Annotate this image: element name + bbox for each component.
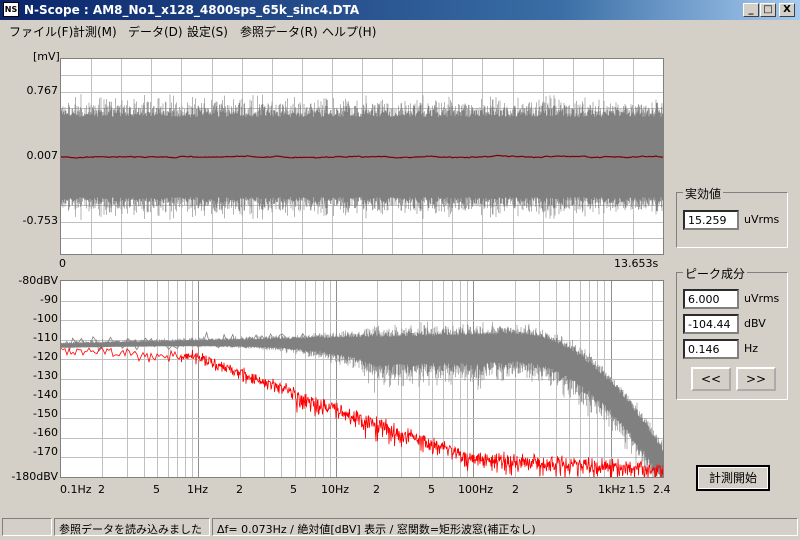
time-domain-plot[interactable] xyxy=(60,58,664,255)
freq-x-tick: 1kHz xyxy=(598,483,626,496)
close-button[interactable]: X xyxy=(779,3,795,17)
freq-x-tick: 1Hz xyxy=(187,483,209,496)
peak-amplitude-field[interactable]: 6.000 xyxy=(683,289,739,309)
frequency-spectrum-chart xyxy=(61,281,663,477)
peak-frequency-unit: Hz xyxy=(744,342,759,355)
status-message: 参照データを読み込みました xyxy=(54,518,210,536)
freq-y-tick: -160 xyxy=(33,426,58,439)
rms-unit-label: uVrms xyxy=(744,213,780,226)
freq-y-tick: -170 xyxy=(33,445,58,458)
freq-x-tick: 2.4 xyxy=(653,483,671,496)
menu-settings[interactable]: 設定(S) xyxy=(187,23,228,40)
freq-x-tick: 2 xyxy=(512,483,519,496)
freq-x-tick: 2 xyxy=(373,483,380,496)
status-cell-empty xyxy=(2,518,52,536)
freq-y-tick: -110 xyxy=(33,331,58,344)
freq-y-tick: -150 xyxy=(33,407,58,420)
time-domain-chart xyxy=(61,59,663,254)
freq-y-tick: -180dBV xyxy=(11,470,58,483)
menu-reference-data[interactable]: 参照データ(R) xyxy=(240,23,318,40)
rms-value-field[interactable]: 15.259 xyxy=(683,210,739,230)
time-y-tick-bottom: -0.753 xyxy=(22,214,58,227)
freq-x-tick: 5 xyxy=(153,483,160,496)
freq-y-tick: -140 xyxy=(33,388,58,401)
time-y-tick-top: 0.767 xyxy=(26,84,59,97)
freq-y-tick: -90 xyxy=(40,293,58,306)
peak-amplitude-unit: uVrms xyxy=(744,292,780,305)
status-bar: 参照データを読み込みました Δf= 0.073Hz / 絶対値[dBV] 表示 … xyxy=(0,518,800,540)
maximize-button[interactable]: □ xyxy=(760,3,776,17)
frequency-spectrum-plot[interactable] xyxy=(60,280,664,478)
freq-y-tick: -130 xyxy=(33,369,58,382)
title-bar[interactable]: NS N-Scope : AM8_No1_x128_4800sps_65k_si… xyxy=(0,0,800,20)
peak-group: ピーク成分 6.000 uVrms -104.44 dBV 0.146 Hz <… xyxy=(676,265,788,400)
minimize-button[interactable]: _ xyxy=(743,3,759,17)
peak-level-unit: dBV xyxy=(744,317,766,330)
rms-group: 実効値 15.259 uVrms xyxy=(676,185,788,248)
freq-y-tick: -120 xyxy=(33,350,58,363)
time-y-tick-mid: 0.007 xyxy=(26,149,59,162)
freq-x-tick: 2 xyxy=(98,483,105,496)
menu-measure[interactable]: 計測(M) xyxy=(73,23,117,40)
freq-x-tick: 2 xyxy=(236,483,243,496)
time-x-tick-end: 13.653s xyxy=(614,257,659,270)
peak-frequency-field[interactable]: 0.146 xyxy=(683,339,739,359)
freq-x-tick: 5 xyxy=(566,483,573,496)
previous-peak-button[interactable]: << xyxy=(691,367,731,391)
rms-group-title: 実効値 xyxy=(683,185,724,202)
freq-x-tick: 0.1Hz xyxy=(60,483,92,496)
next-peak-button[interactable]: >> xyxy=(736,367,776,391)
menu-data[interactable]: データ(D) xyxy=(128,23,183,40)
status-info: Δf= 0.073Hz / 絶対値[dBV] 表示 / 窓関数=矩形波窓(補正な… xyxy=(212,518,798,536)
freq-y-tick: -100 xyxy=(33,312,58,325)
time-x-tick-start: 0 xyxy=(59,257,66,270)
menu-bar: ファイル(F) 計測(M) データ(D) 設定(S) 参照データ(R) ヘルプ(… xyxy=(0,20,800,40)
peak-group-title: ピーク成分 xyxy=(683,265,748,282)
freq-x-tick: 1.5 xyxy=(628,483,646,496)
app-icon: NS xyxy=(3,2,19,17)
freq-x-tick: 5 xyxy=(428,483,435,496)
window-title: N-Scope : AM8_No1_x128_4800sps_65k_sinc4… xyxy=(24,3,360,17)
freq-x-tick: 5 xyxy=(290,483,297,496)
start-measurement-button[interactable]: 計測開始 xyxy=(696,465,770,491)
freq-y-tick: -80dBV xyxy=(18,274,58,287)
freq-x-tick: 100Hz xyxy=(458,483,494,496)
peak-level-field[interactable]: -104.44 xyxy=(683,314,739,334)
time-plot-unit-label: [mV] xyxy=(33,50,60,63)
menu-help[interactable]: ヘルプ(H) xyxy=(322,23,376,40)
freq-x-tick: 10Hz xyxy=(321,483,350,496)
menu-file[interactable]: ファイル(F) xyxy=(9,23,73,40)
